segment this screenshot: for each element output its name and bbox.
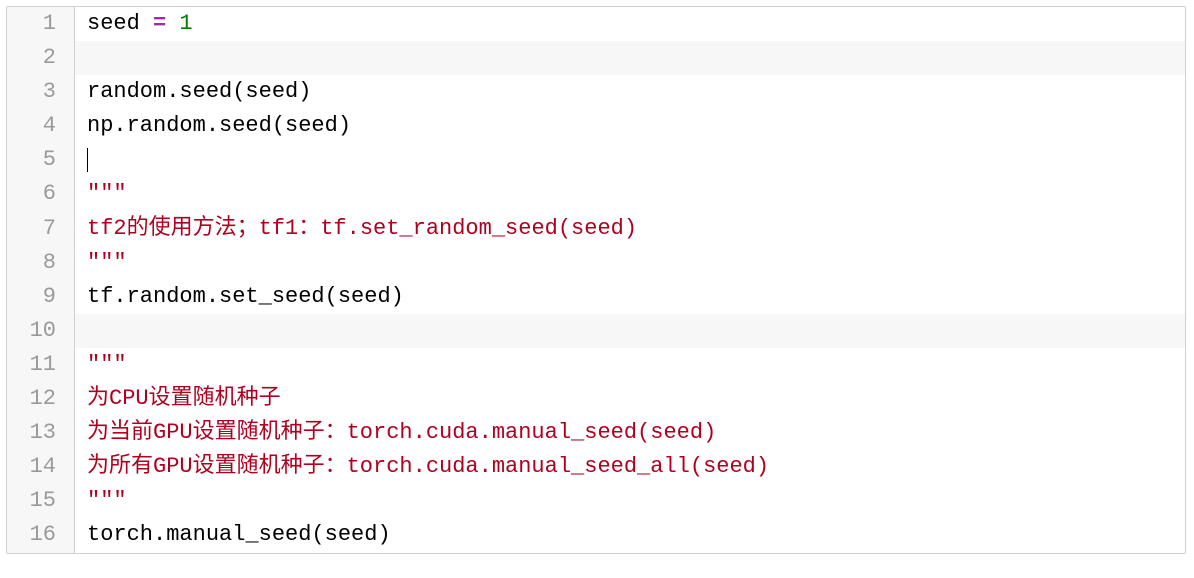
code-text[interactable]: torch.manual_seed(seed) [75,518,1185,552]
code-text[interactable] [75,143,1185,177]
code-text[interactable]: random.seed(seed) [75,75,1185,109]
code-line-3: 3 random.seed(seed) [7,75,1185,109]
code-line-8: 8 """ [7,246,1185,280]
line-number: 6 [7,177,75,211]
string-token: """ [87,352,127,377]
code-line-14: 14 为所有GPU设置随机种子：torch.cuda.manual_seed_a… [7,450,1185,484]
code-text[interactable]: seed = 1 [75,7,1185,41]
string-token: tf2的使用方法；tf1：tf.set_random_seed(seed) [87,216,637,241]
text-cursor [87,148,88,172]
string-token: """ [87,488,127,513]
string-token: 为CPU设置随机种子 [87,386,281,411]
code-line-12: 12 为CPU设置随机种子 [7,382,1185,416]
line-number: 10 [7,314,75,348]
code-line-10: 10 [7,314,1185,348]
string-token: """ [87,181,127,206]
line-number: 4 [7,109,75,143]
line-number: 5 [7,143,75,177]
operator-token: = [153,11,166,36]
string-token: """ [87,250,127,275]
code-line-5: 5 [7,143,1185,177]
code-line-6: 6 """ [7,177,1185,211]
string-token: 为所有GPU设置随机种子：torch.cuda.manual_seed_all(… [87,454,769,479]
code-text[interactable]: 为所有GPU设置随机种子：torch.cuda.manual_seed_all(… [75,450,1185,484]
code-text[interactable]: tf.random.set_seed(seed) [75,280,1185,314]
line-number: 7 [7,212,75,246]
code-text[interactable]: 为当前GPU设置随机种子：torch.cuda.manual_seed(seed… [75,416,1185,450]
code-line-15: 15 """ [7,484,1185,518]
line-number: 9 [7,280,75,314]
line-number: 15 [7,484,75,518]
line-number: 2 [7,41,75,75]
code-line-16: 16 torch.manual_seed(seed) [7,518,1185,552]
code-line-1: 1 seed = 1 [7,7,1185,41]
line-number: 12 [7,382,75,416]
line-number: 1 [7,7,75,41]
code-text[interactable]: """ [75,348,1185,382]
code-line-2: 2 [7,41,1185,75]
code-text[interactable]: np.random.seed(seed) [75,109,1185,143]
line-number: 13 [7,416,75,450]
code-line-13: 13 为当前GPU设置随机种子：torch.cuda.manual_seed(s… [7,416,1185,450]
code-block: 1 seed = 1 2 3 random.seed(seed) 4 np.ra… [6,6,1186,554]
line-number: 3 [7,75,75,109]
code-text[interactable]: 为CPU设置随机种子 [75,382,1185,416]
code-line-7: 7 tf2的使用方法；tf1：tf.set_random_seed(seed) [7,212,1185,246]
number-token: 1 [179,11,192,36]
line-number: 8 [7,246,75,280]
code-text[interactable]: """ [75,246,1185,280]
code-token: seed [87,11,153,36]
line-number: 14 [7,450,75,484]
code-token [166,11,179,36]
code-line-11: 11 """ [7,348,1185,382]
line-number: 16 [7,518,75,552]
code-text[interactable]: """ [75,177,1185,211]
code-text[interactable]: """ [75,484,1185,518]
code-line-4: 4 np.random.seed(seed) [7,109,1185,143]
code-line-9: 9 tf.random.set_seed(seed) [7,280,1185,314]
line-number: 11 [7,348,75,382]
code-text[interactable]: tf2的使用方法；tf1：tf.set_random_seed(seed) [75,212,1185,246]
string-token: 为当前GPU设置随机种子：torch.cuda.manual_seed(seed… [87,420,716,445]
